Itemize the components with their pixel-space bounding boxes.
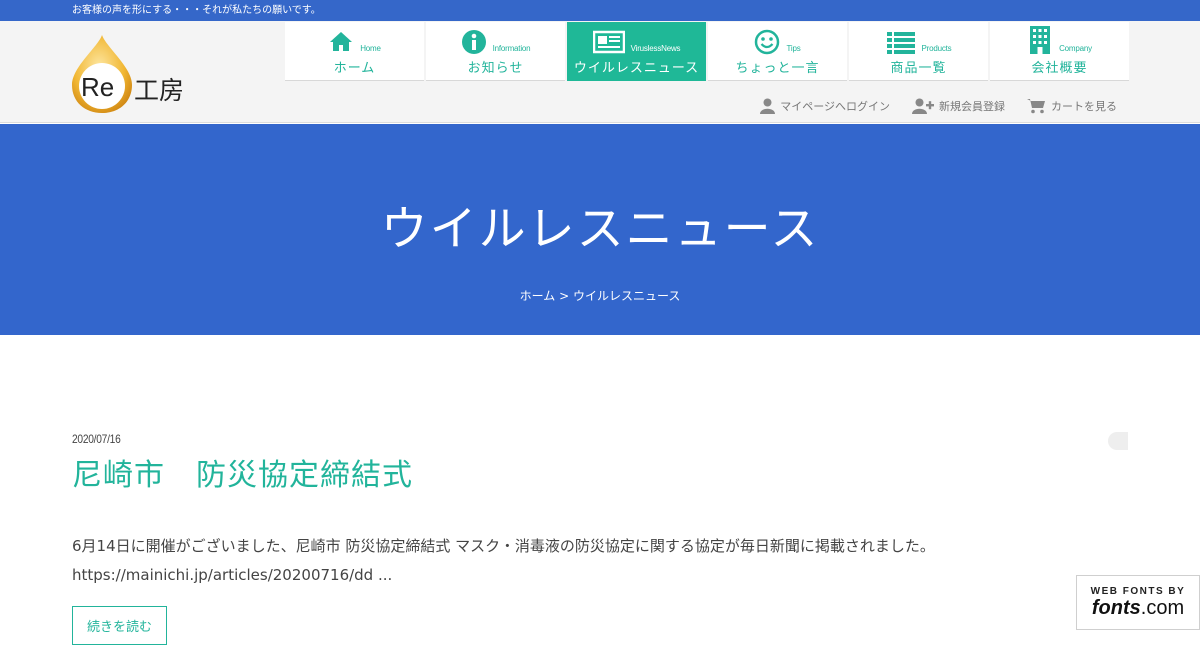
post-excerpt: 6月14日に開催がございました、尼崎市 防災協定締結式 マスク・消毒液の防災協定… — [72, 537, 935, 584]
nav-company[interactable]: Company 会社概要 — [990, 22, 1129, 81]
home-icon — [330, 32, 353, 51]
register-link[interactable]: 新規会員登録 — [912, 98, 1005, 114]
nav-tips[interactable]: Tips ちょっと一言 — [708, 22, 847, 81]
post-date: 2020/07/16 — [72, 432, 121, 446]
breadcrumb[interactable]: ホーム > ウイルレスニュース — [0, 287, 1200, 304]
utility-links: マイページへログイン 新規会員登録 カートを見る — [738, 98, 1117, 114]
nav-virusless-news[interactable]: ViruslessNews ウイルレスニュース — [567, 22, 706, 81]
top-bar: お客様の声を形にする・・・それが私たちの願いです。 — [0, 0, 1200, 21]
site-header: Re 工房 Home ホーム Information お知らせ Virusles… — [0, 21, 1200, 123]
page-title: ウイルレスニュース — [380, 202, 820, 257]
main-nav: Home ホーム Information お知らせ ViruslessNews … — [285, 22, 1131, 81]
svg-text:Re: Re — [81, 72, 114, 102]
site-logo[interactable]: Re 工房 — [72, 33, 202, 115]
user-icon — [760, 98, 776, 114]
list-icon — [886, 32, 915, 54]
nav-products[interactable]: Products 商品一覧 — [849, 22, 988, 81]
logo-drop-icon: Re 工房 — [72, 35, 184, 113]
tagline: お客様の声を形にする・・・それが私たちの願いです。 — [72, 5, 321, 16]
smile-icon — [755, 29, 780, 55]
post-title[interactable]: 尼崎市 防災協定締結式 — [72, 450, 1128, 494]
post-item: 2020/07/16 尼崎市 防災協定締結式 6月14日に開催がございました、尼… — [72, 432, 1128, 645]
page-hero: ウイルレスニュース ホーム > ウイルレスニュース — [0, 124, 1200, 335]
building-icon — [1030, 26, 1051, 54]
cart-icon — [1027, 99, 1045, 114]
svg-text:工房: 工房 — [134, 76, 184, 105]
webfonts-badge[interactable]: WEB FONTS BY fonts.com — [1076, 575, 1200, 630]
login-link[interactable]: マイページへログイン — [760, 98, 890, 114]
info-icon — [461, 30, 486, 54]
user-plus-icon — [912, 98, 934, 114]
cart-link[interactable]: カートを見る — [1027, 98, 1117, 114]
read-more-button[interactable]: 続きを読む — [72, 606, 168, 645]
nav-information[interactable]: Information お知らせ — [426, 22, 565, 81]
newspaper-icon — [592, 30, 625, 54]
nav-home[interactable]: Home ホーム — [285, 22, 424, 81]
